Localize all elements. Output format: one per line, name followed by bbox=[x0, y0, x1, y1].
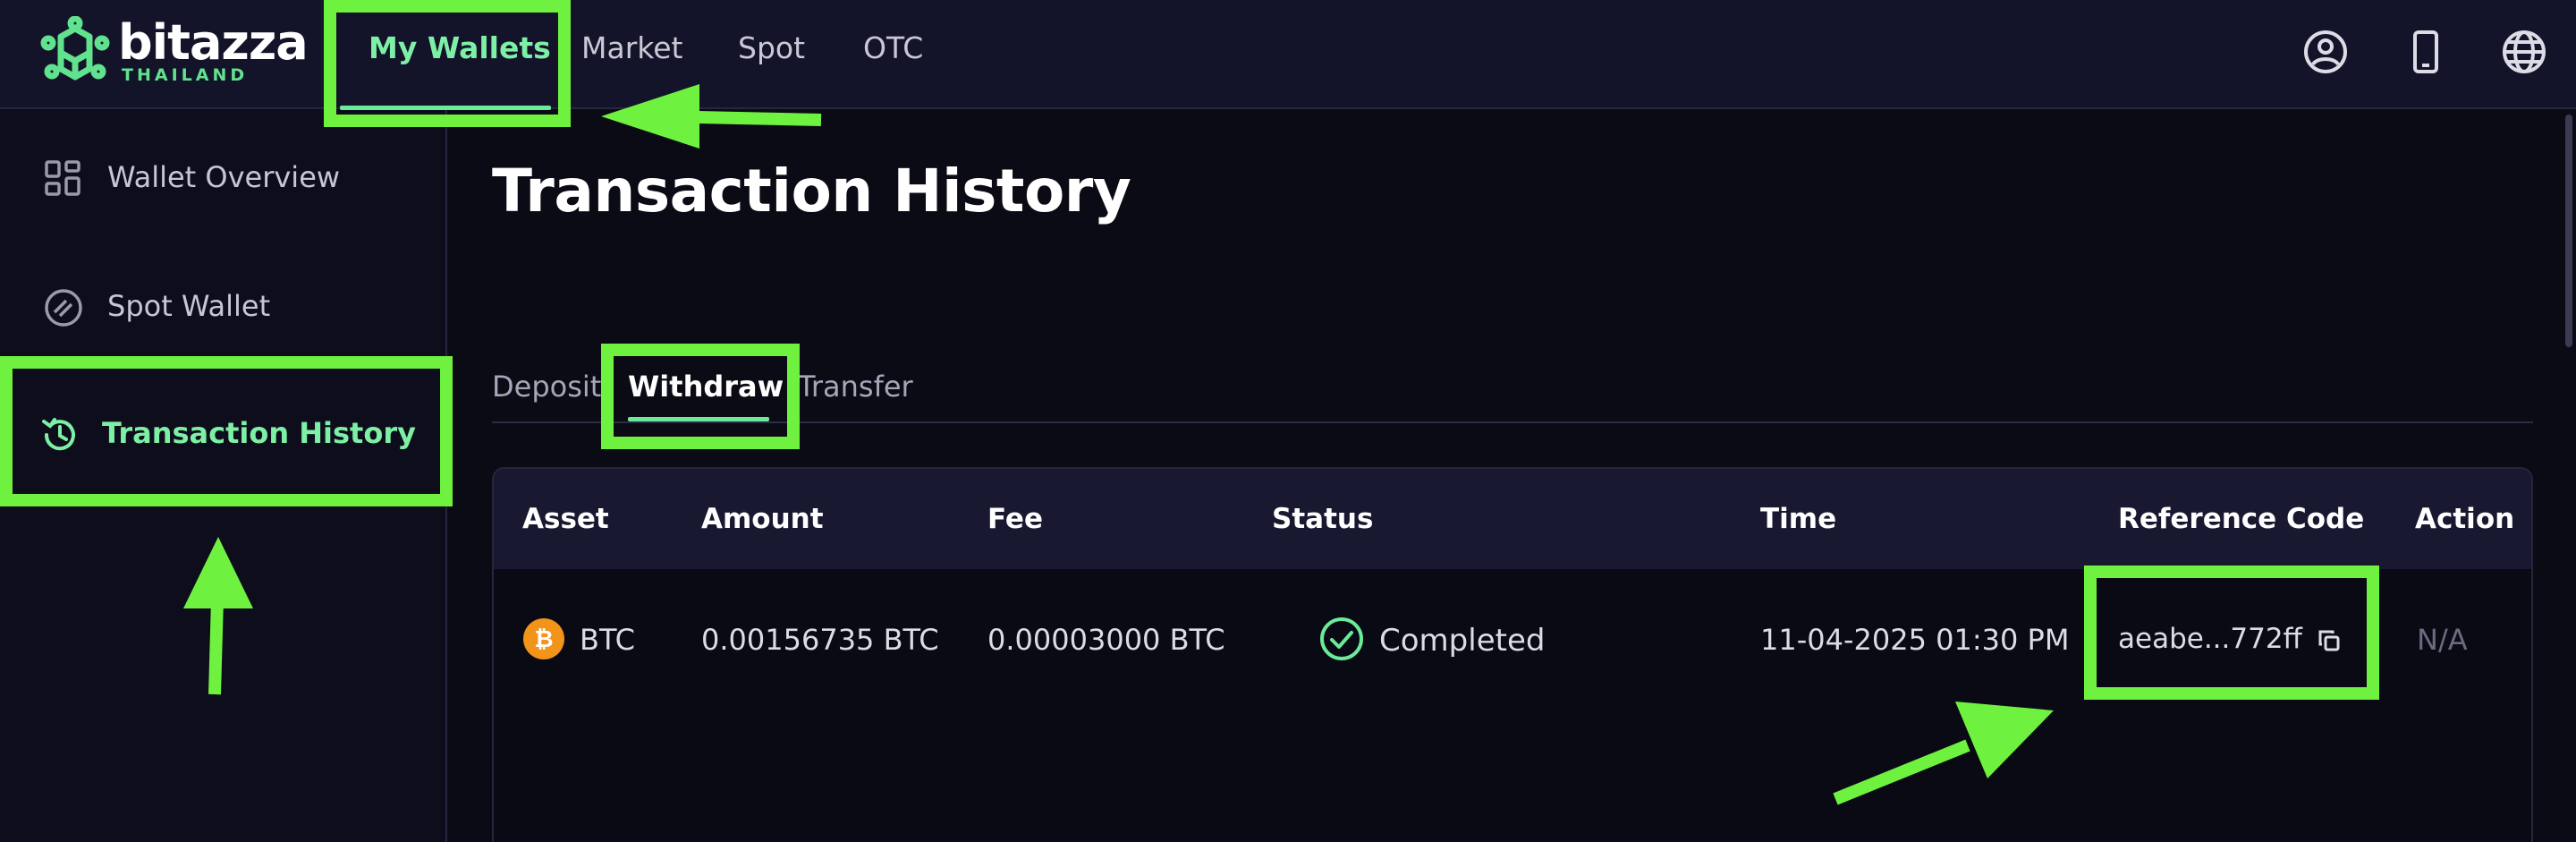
history-icon bbox=[42, 418, 75, 451]
column-header-status: Status bbox=[1272, 503, 1374, 535]
tabs-divider bbox=[492, 421, 2533, 423]
column-header-reference-code: Reference Code bbox=[2118, 503, 2365, 535]
cell-amount: 0.00156735 BTC bbox=[701, 623, 939, 657]
globe-icon[interactable] bbox=[2499, 27, 2549, 77]
sidebar-item-wallet-overview[interactable]: Wallet Overview bbox=[0, 124, 445, 232]
page-title: Transaction History bbox=[492, 157, 1131, 225]
tab-deposit[interactable]: Deposit bbox=[492, 370, 601, 404]
bitazza-logo-icon bbox=[40, 16, 110, 81]
logo[interactable]: bitazza THAILAND bbox=[39, 14, 309, 89]
spot-wallet-icon bbox=[45, 289, 82, 327]
cell-fee: 0.00003000 BTC bbox=[987, 623, 1225, 657]
mobile-phone-icon[interactable] bbox=[2401, 27, 2451, 77]
column-header-asset: Asset bbox=[522, 503, 609, 535]
cell-reference-code[interactable]: aeabe...772ff bbox=[2118, 623, 2302, 655]
nav-otc[interactable]: OTC bbox=[863, 30, 923, 65]
svg-text:₿: ₿ bbox=[534, 626, 553, 653]
cell-action: N/A bbox=[2417, 623, 2468, 657]
cell-time: 11-04-2025 01:30 PM bbox=[1760, 623, 2070, 657]
nav-spot[interactable]: Spot bbox=[738, 30, 805, 65]
column-header-action: Action bbox=[2415, 503, 2515, 535]
main-content: Transaction History Deposit Withdraw Tra… bbox=[449, 110, 2576, 842]
nav-market[interactable]: Market bbox=[581, 30, 682, 65]
cell-status: Completed bbox=[1379, 623, 1546, 659]
cell-asset: BTC bbox=[580, 623, 635, 657]
copy-icon[interactable] bbox=[2317, 628, 2342, 653]
top-header: bitazza THAILAND My Wallets Market Spot … bbox=[0, 0, 2576, 110]
table-header: Asset Amount Fee Status Time Reference C… bbox=[494, 469, 2531, 569]
column-header-time: Time bbox=[1760, 503, 1837, 535]
sidebar-item-label: Spot Wallet bbox=[107, 289, 271, 323]
transactions-table: Asset Amount Fee Status Time Reference C… bbox=[492, 467, 2533, 842]
tab-transfer[interactable]: Transfer bbox=[798, 370, 913, 404]
app-root: bitazza THAILAND My Wallets Market Spot … bbox=[0, 0, 2576, 842]
brand-sub: THAILAND bbox=[122, 65, 249, 85]
column-header-fee: Fee bbox=[987, 503, 1043, 535]
sidebar: Wallet Overview Spot Wallet Transaction … bbox=[0, 110, 447, 842]
nav-my-wallets[interactable]: My Wallets bbox=[369, 30, 551, 65]
column-header-amount: Amount bbox=[701, 503, 824, 535]
user-circle-icon[interactable] bbox=[2301, 27, 2351, 77]
page-scrollbar[interactable] bbox=[2565, 115, 2572, 347]
grid-icon bbox=[45, 160, 80, 196]
sidebar-item-label: Transaction History bbox=[102, 416, 416, 450]
tab-withdraw[interactable]: Withdraw bbox=[628, 370, 784, 404]
sidebar-item-spot-wallet[interactable]: Spot Wallet bbox=[0, 253, 445, 361]
check-circle-icon bbox=[1320, 617, 1363, 660]
brand-name: bitazza bbox=[118, 14, 309, 71]
tab-active-underline bbox=[628, 417, 769, 421]
sidebar-item-label: Wallet Overview bbox=[107, 160, 341, 194]
bitcoin-icon: ₿ bbox=[523, 618, 564, 659]
sidebar-item-transaction-history[interactable]: Transaction History bbox=[0, 380, 445, 488]
